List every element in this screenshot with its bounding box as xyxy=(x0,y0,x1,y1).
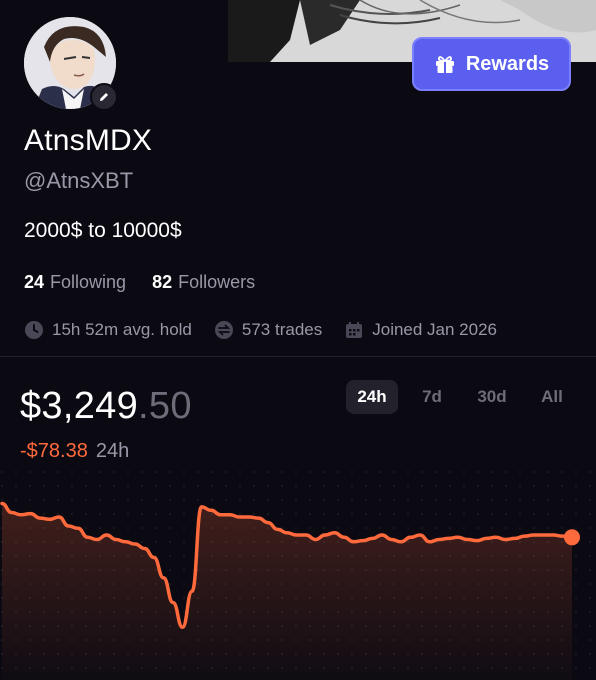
profile-bio: 2000$ to 10000$ xyxy=(24,219,182,242)
pencil-icon xyxy=(100,93,108,101)
edit-avatar-button[interactable] xyxy=(90,83,118,111)
gift-icon xyxy=(435,56,454,73)
profile-name: AtnsMDX xyxy=(24,124,153,157)
section-divider xyxy=(0,356,596,357)
joined-text: Joined Jan 2026 xyxy=(372,320,498,339)
rewards-label: Rewards xyxy=(465,52,550,75)
balance-dollars: $3,249 xyxy=(20,385,139,427)
range-all-tab[interactable]: All xyxy=(526,380,578,414)
following-link[interactable]: 24 Following xyxy=(24,272,126,293)
profile-handle: @AtnsXBT xyxy=(24,168,134,193)
time-range-selector: 24h 7d 30d All xyxy=(346,380,578,414)
balance-change: -$78.38 24h xyxy=(20,440,129,463)
avg-hold-stat: 15h 52m avg. hold xyxy=(24,320,192,340)
clock-icon xyxy=(25,321,43,339)
chart-current-point xyxy=(564,529,580,546)
calendar-icon xyxy=(346,322,363,338)
trades-text: 573 trades xyxy=(241,320,323,339)
portfolio-balance: $3,249.50 xyxy=(20,385,192,428)
followers-label: Followers xyxy=(178,272,256,292)
swap-icon xyxy=(214,321,233,339)
change-period: 24h xyxy=(95,440,130,462)
balance-chart[interactable] xyxy=(0,470,596,680)
trades-stat: 573 trades xyxy=(214,320,322,340)
trading-stats: 15h 52m avg. hold 573 trades Joined Jan … xyxy=(24,320,497,340)
range-7d-tab[interactable]: 7d xyxy=(406,380,458,414)
joined-stat: Joined Jan 2026 xyxy=(344,320,497,340)
rewards-button[interactable]: Rewards xyxy=(412,37,571,91)
range-24h-tab[interactable]: 24h xyxy=(346,380,398,414)
following-count: 24 xyxy=(24,272,45,292)
balance-cents: .50 xyxy=(138,385,192,427)
range-30d-tab[interactable]: 30d xyxy=(466,380,518,414)
followers-count: 82 xyxy=(152,272,173,292)
avg-hold-text: 15h 52m avg. hold xyxy=(52,320,192,339)
followers-link[interactable]: 82 Followers xyxy=(152,272,255,293)
follow-stats: 24 Following 82 Followers xyxy=(24,272,255,293)
change-amount: -$78.38 xyxy=(20,440,88,462)
following-label: Following xyxy=(50,272,127,292)
